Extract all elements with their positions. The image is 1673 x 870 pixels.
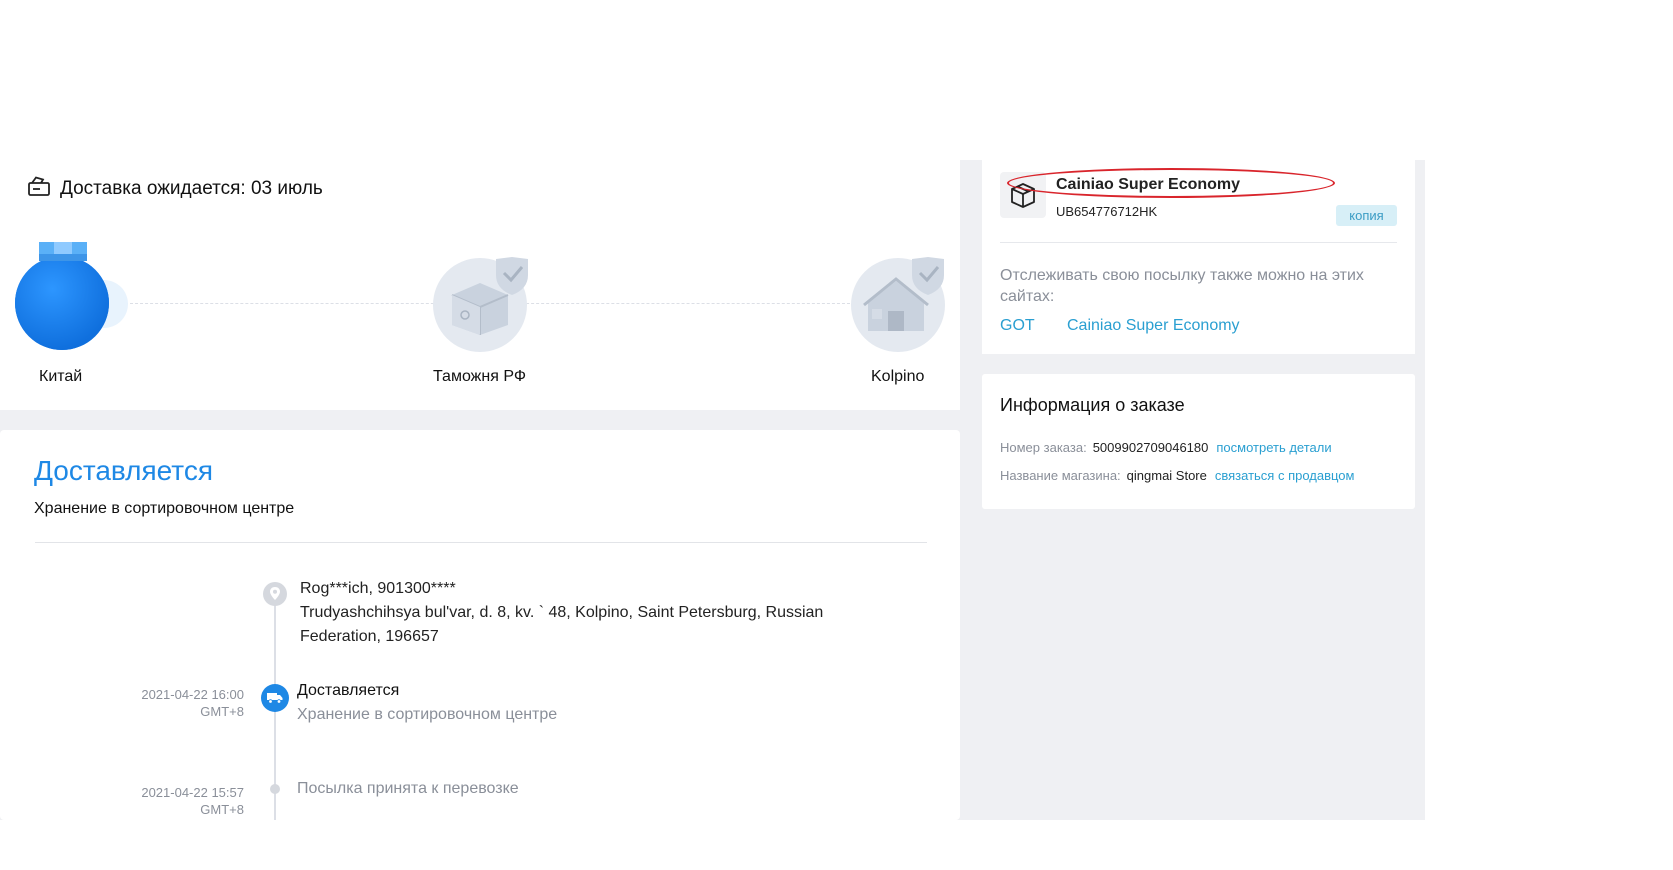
delivery-truck-icon bbox=[261, 684, 289, 712]
status-subtitle: Хранение в сортировочном центре bbox=[34, 500, 295, 517]
event-timestamp: 2021-04-22 16:00 GMT+8 bbox=[100, 686, 244, 720]
timeline-dot bbox=[270, 784, 280, 794]
store-name-label: Название магазина: bbox=[1000, 468, 1121, 483]
tracking-site-link-got[interactable]: GOT bbox=[1000, 317, 1035, 335]
status-title: Доставляется bbox=[34, 455, 213, 486]
event-date: 2021-04-22 15:57 bbox=[141, 785, 244, 800]
eta-text: Доставка ожидается: 03 июль bbox=[60, 178, 323, 199]
order-info-title: Информация о заказе bbox=[1000, 395, 1185, 415]
route-node-label-origin: Китай bbox=[39, 368, 83, 385]
location-pin-icon bbox=[263, 582, 287, 611]
tracking-sites-note: Отслеживать свою посылку также можно на … bbox=[1000, 267, 1364, 305]
recipient-address-line2: Federation, 196657 bbox=[300, 628, 439, 645]
recipient-name-phone: Rog***ich, 901300**** bbox=[300, 580, 456, 597]
event-timestamp: 2021-04-22 15:57 GMT+8 bbox=[100, 784, 244, 818]
event-date: 2021-04-22 16:00 bbox=[141, 687, 244, 702]
order-details-link[interactable]: посмотреть детали bbox=[1216, 440, 1331, 455]
event-timezone: GMT+8 bbox=[200, 704, 244, 719]
divider bbox=[35, 542, 927, 543]
order-number-row: Номер заказа: 5009902709046180 посмотреть … bbox=[1000, 440, 1332, 455]
event-description: Хранение в сортировочном центре bbox=[297, 706, 558, 723]
red-highlight-ellipse bbox=[1007, 168, 1335, 198]
store-name-value: qingmai Store bbox=[1126, 468, 1207, 483]
event-description: Посылка принята к перевозке bbox=[297, 780, 519, 797]
recipient-address-line1: Trudyashchihsya bul'var, d. 8, kv. ` 48,… bbox=[300, 604, 824, 621]
tracking-number: UB654776712HK bbox=[1056, 204, 1158, 219]
store-row: Название магазина: qingmai Store связаться… bbox=[1000, 468, 1354, 483]
order-number-label: Номер заказа: bbox=[1000, 440, 1087, 455]
tracking-details-panel bbox=[0, 430, 960, 820]
tracking-site-link-cainiao[interactable]: Cainiao Super Economy bbox=[1067, 317, 1240, 335]
order-number-value: 5009902709046180 bbox=[1092, 440, 1209, 455]
copy-tracking-button[interactable]: копия bbox=[1336, 205, 1397, 226]
globe-package-icon bbox=[12, 240, 132, 360]
contact-seller-link[interactable]: связаться с продавцом bbox=[1215, 468, 1355, 483]
customs-box-icon bbox=[432, 255, 532, 360]
divider bbox=[1000, 242, 1397, 243]
house-icon bbox=[850, 255, 950, 360]
event-timezone: GMT+8 bbox=[200, 802, 244, 817]
delivery-eta: Доставка ожидается: 03 июль bbox=[28, 176, 323, 202]
route-node-label-customs: Таможня РФ bbox=[433, 368, 526, 385]
route-node-label-destination: Kolpino bbox=[871, 368, 925, 385]
panel-separator bbox=[0, 410, 960, 430]
event-title: Доставляется bbox=[297, 682, 400, 699]
truck-box-icon bbox=[28, 176, 60, 202]
